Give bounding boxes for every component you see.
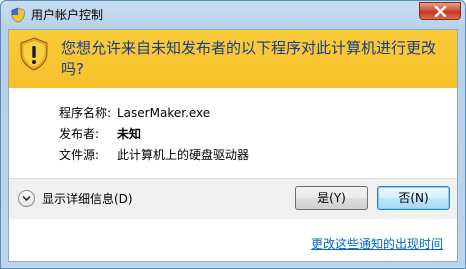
program-name-value: LaserMaker.exe	[117, 106, 211, 120]
uac-dialog-window: 用户帐户控制 您想允许来自未知发布者的以下程序对此计算机进行更改吗? 程序名称:…	[0, 0, 466, 269]
show-details-toggle[interactable]	[18, 190, 35, 207]
publisher-value: 未知	[117, 127, 142, 141]
program-name-label: 程序名称:	[59, 106, 112, 120]
title-bar: 用户帐户控制	[1, 1, 465, 29]
window-title: 用户帐户控制	[31, 8, 104, 22]
warning-shield-icon	[20, 37, 48, 71]
uac-shield-icon	[11, 7, 25, 23]
close-icon	[434, 6, 447, 17]
warning-banner: 您想允许来自未知发布者的以下程序对此计算机进行更改吗?	[9, 30, 457, 88]
prompt-message: 您想允许来自未知发布者的以下程序对此计算机进行更改吗?	[61, 39, 437, 78]
publisher-label: 发布者:	[59, 127, 100, 141]
dialog-content: 您想允许来自未知发布者的以下程序对此计算机进行更改吗? 程序名称: LaserM…	[8, 29, 458, 262]
change-notification-settings-link[interactable]: 更改这些通知的出现时间	[311, 235, 443, 252]
chevron-down-icon	[22, 195, 31, 202]
file-origin-value: 此计算机上的硬盘驱动器	[117, 148, 250, 162]
show-details-label[interactable]: 显示详细信息(D)	[42, 191, 133, 207]
no-button[interactable]: 否(N)	[377, 186, 450, 210]
close-button[interactable]	[419, 2, 461, 20]
file-origin-label: 文件源:	[59, 148, 100, 162]
button-bar: 显示详细信息(D) 是(Y) 否(N)	[9, 178, 457, 219]
yes-button[interactable]: 是(Y)	[295, 186, 368, 210]
